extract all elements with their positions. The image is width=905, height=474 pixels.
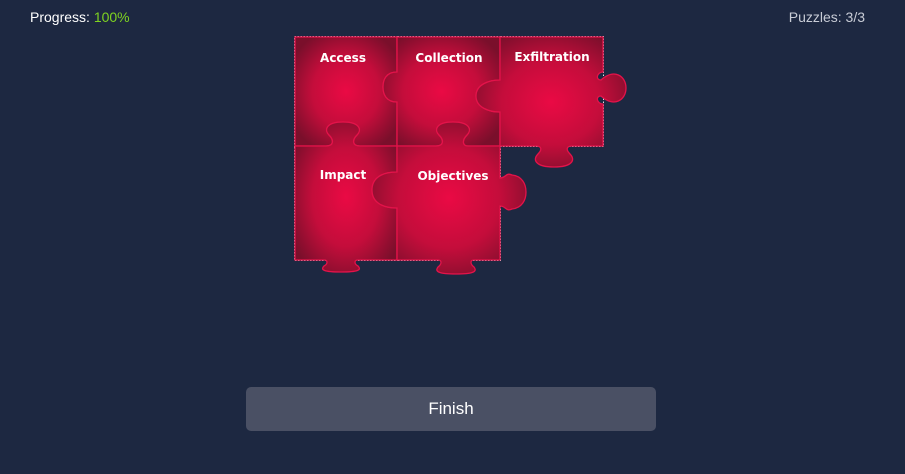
finish-button[interactable]: Finish [246,387,656,431]
piece-label-impact: Impact [320,168,367,182]
piece-label-exfiltration: Exfiltration [514,50,589,64]
piece-label-access: Access [320,51,366,65]
piece-label-objectives: Objectives [417,169,488,183]
piece-label-collection: Collection [415,51,482,65]
